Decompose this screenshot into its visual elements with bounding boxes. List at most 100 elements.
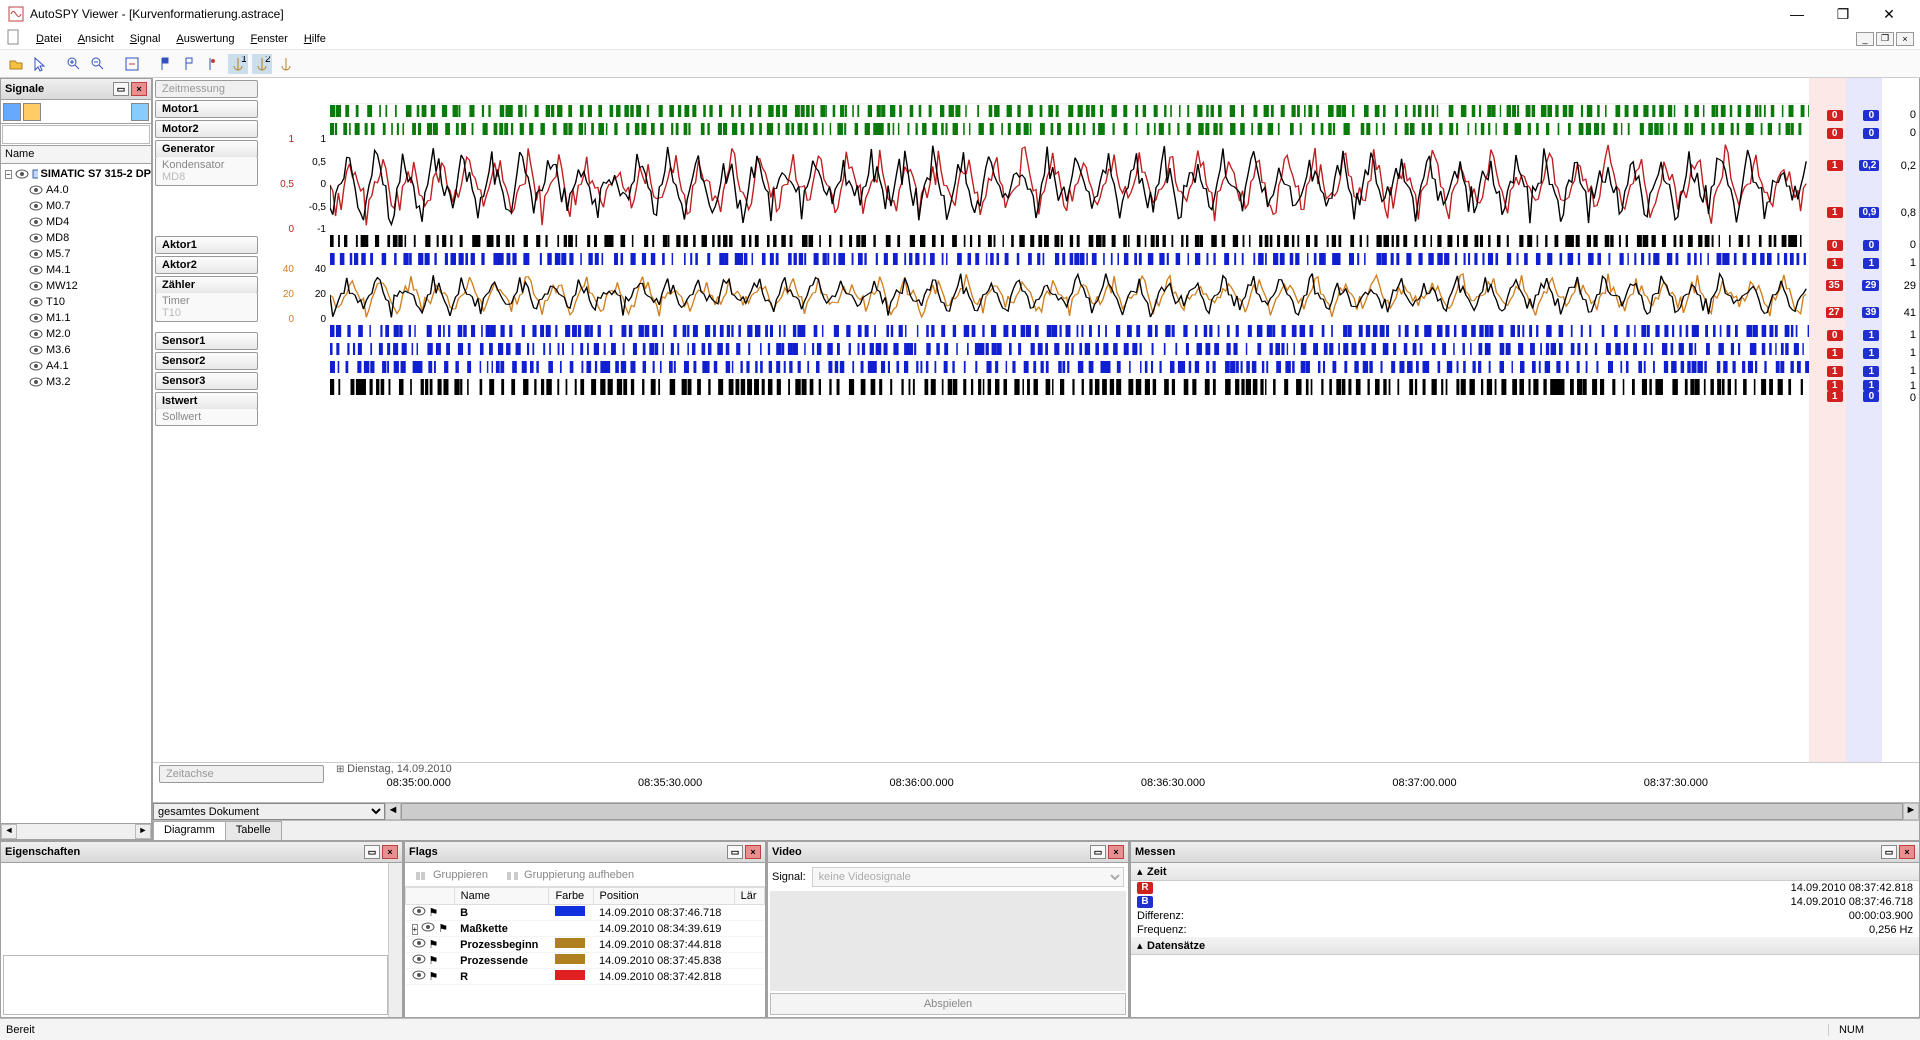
menu-hilfe[interactable]: Hilfe xyxy=(296,31,334,47)
range-select[interactable]: gesamtes Dokument xyxy=(154,804,384,819)
zeit-collapse-icon[interactable]: ▴ xyxy=(1137,865,1147,878)
flags-table[interactable]: Name Farbe Position Lär ⚑B14.09.2010 08:… xyxy=(405,887,765,985)
time-tick: 08:37:00.000 xyxy=(1392,777,1456,789)
track-label[interactable]: Sensor1 xyxy=(155,332,258,350)
waveform[interactable] xyxy=(330,252,1809,270)
track-label[interactable]: Motor1 xyxy=(155,100,258,118)
tool-anchor3-icon[interactable] xyxy=(276,54,296,74)
flags-ungroup-button[interactable]: Gruppierung aufheben xyxy=(500,866,640,884)
signals-opts-icon[interactable] xyxy=(131,103,149,121)
track-sublabel[interactable]: TimerT10 xyxy=(155,293,258,322)
waveform[interactable] xyxy=(330,360,1809,378)
tab-tabelle[interactable]: Tabelle xyxy=(225,821,282,840)
waveform[interactable] xyxy=(330,234,1809,252)
track-label[interactable]: Aktor2 xyxy=(155,256,258,274)
mess-b-val: 14.09.2010 08:37:46.718 xyxy=(1153,896,1913,908)
signals-view1-icon[interactable] xyxy=(3,103,21,121)
mdi-close[interactable]: × xyxy=(1896,32,1914,46)
scroll-right-icon[interactable]: ► xyxy=(135,824,151,839)
menu-signal[interactable]: Signal xyxy=(122,31,169,47)
waveform[interactable] xyxy=(330,270,1809,324)
tool-cursor-icon[interactable] xyxy=(30,54,50,74)
data-collapse-icon[interactable]: ▴ xyxy=(1137,939,1147,952)
track-label[interactable]: Istwert xyxy=(155,392,258,410)
waveform[interactable] xyxy=(330,104,1809,122)
tool-fit-icon[interactable] xyxy=(122,54,142,74)
video-signal-select[interactable]: keine Videosignale xyxy=(812,867,1124,887)
mdi-restore[interactable]: ❐ xyxy=(1876,32,1894,46)
tree-item[interactable]: M5.7 xyxy=(1,246,151,262)
tree-item[interactable]: MW12 xyxy=(1,278,151,294)
signals-view2-icon[interactable] xyxy=(23,103,41,121)
signals-close-icon[interactable]: × xyxy=(131,82,147,96)
mess-freq-val: 0,256 Hz xyxy=(1187,924,1913,936)
flag-row[interactable]: + ⚑Maßkette14.09.2010 08:34:39.619 xyxy=(406,921,765,937)
hscroll-left-icon[interactable]: ◄ xyxy=(385,803,401,820)
tree-item[interactable]: A4.0 xyxy=(1,182,151,198)
track-label[interactable]: Motor2 xyxy=(155,120,258,138)
mdi-minimize[interactable]: _ xyxy=(1856,32,1874,46)
tool-marker1-icon[interactable] xyxy=(156,54,176,74)
close-button[interactable]: ✕ xyxy=(1866,0,1912,28)
flags-pin-icon[interactable]: ▭ xyxy=(727,845,743,859)
mess-close-icon[interactable]: × xyxy=(1899,845,1915,859)
flag-row[interactable]: ⚑B14.09.2010 08:37:46.718 xyxy=(406,905,765,921)
flag-row[interactable]: ⚑Prozessende14.09.2010 08:37:45.838 xyxy=(406,953,765,969)
tree-item[interactable]: T10 xyxy=(1,294,151,310)
props-close-icon[interactable]: × xyxy=(382,845,398,859)
minimize-button[interactable]: — xyxy=(1774,0,1820,28)
scroll-left-icon[interactable]: ◄ xyxy=(1,824,17,839)
tool-zoom-out-icon[interactable] xyxy=(88,54,108,74)
tool-marker3-icon[interactable] xyxy=(204,54,224,74)
video-play-button[interactable]: Abspielen xyxy=(770,993,1126,1015)
track-label[interactable]: Sensor3 xyxy=(155,372,258,390)
menu-datei[interactable]: Datei xyxy=(28,31,70,47)
tree-item[interactable]: A4.1 xyxy=(1,358,151,374)
video-pin-icon[interactable]: ▭ xyxy=(1090,845,1106,859)
track-label[interactable]: Generator xyxy=(155,140,258,158)
signals-pin-icon[interactable]: ▭ xyxy=(113,82,129,96)
waveform[interactable] xyxy=(330,324,1809,342)
hscroll-thumb[interactable] xyxy=(401,803,1903,820)
tab-diagramm[interactable]: Diagramm xyxy=(153,821,226,840)
tree-root[interactable]: −SIMATIC S7 315-2 DP xyxy=(1,166,151,182)
tree-item[interactable]: M3.2 xyxy=(1,374,151,390)
video-close-icon[interactable]: × xyxy=(1108,845,1124,859)
tool-anchor2-icon[interactable]: 2 xyxy=(252,54,272,74)
tree-item[interactable]: MD8 xyxy=(1,230,151,246)
tree-item[interactable]: M4.1 xyxy=(1,262,151,278)
props-pin-icon[interactable]: ▭ xyxy=(364,845,380,859)
signals-tree[interactable]: −SIMATIC S7 315-2 DPA4.0M0.7MD4MD8M5.7M4… xyxy=(0,164,152,824)
flag-row[interactable]: ⚑Prozessbeginn14.09.2010 08:37:44.818 xyxy=(406,937,765,953)
signals-name-header[interactable]: Name xyxy=(0,146,152,164)
waveform[interactable] xyxy=(330,122,1809,140)
tool-open-icon[interactable] xyxy=(6,54,26,74)
waveform[interactable] xyxy=(330,342,1809,360)
tree-item[interactable]: M0.7 xyxy=(1,198,151,214)
flags-group-button[interactable]: Gruppieren xyxy=(409,866,494,884)
signals-filter-input[interactable] xyxy=(2,125,150,144)
track-label[interactable]: Zähler xyxy=(155,276,258,294)
maximize-button[interactable]: ❐ xyxy=(1820,0,1866,28)
tree-item[interactable]: MD4 xyxy=(1,214,151,230)
tree-item[interactable]: M3.6 xyxy=(1,342,151,358)
tool-zoom-in-icon[interactable] xyxy=(64,54,84,74)
hscroll-right-icon[interactable]: ► xyxy=(1903,803,1919,820)
waveform[interactable] xyxy=(330,378,1809,400)
mess-pin-icon[interactable]: ▭ xyxy=(1881,845,1897,859)
track-sublabel[interactable]: KondensatorMD8 xyxy=(155,157,258,186)
track-label[interactable]: Aktor1 xyxy=(155,236,258,254)
track-label[interactable]: Sensor2 xyxy=(155,352,258,370)
tool-anchor1-icon[interactable]: 1 xyxy=(228,54,248,74)
flag-row[interactable]: ⚑R14.09.2010 08:37:42.818 xyxy=(406,969,765,985)
waveform[interactable] xyxy=(330,140,1809,234)
props-vscroll[interactable] xyxy=(388,863,402,1017)
menu-fenster[interactable]: Fenster xyxy=(243,31,296,47)
menu-ansicht[interactable]: Ansicht xyxy=(70,31,122,47)
tree-item[interactable]: M1.1 xyxy=(1,310,151,326)
flags-close-icon[interactable]: × xyxy=(745,845,761,859)
time-tick: 08:37:30.000 xyxy=(1644,777,1708,789)
menu-auswertung[interactable]: Auswertung xyxy=(168,31,242,47)
tool-marker2-icon[interactable] xyxy=(180,54,200,74)
tree-item[interactable]: M2.0 xyxy=(1,326,151,342)
